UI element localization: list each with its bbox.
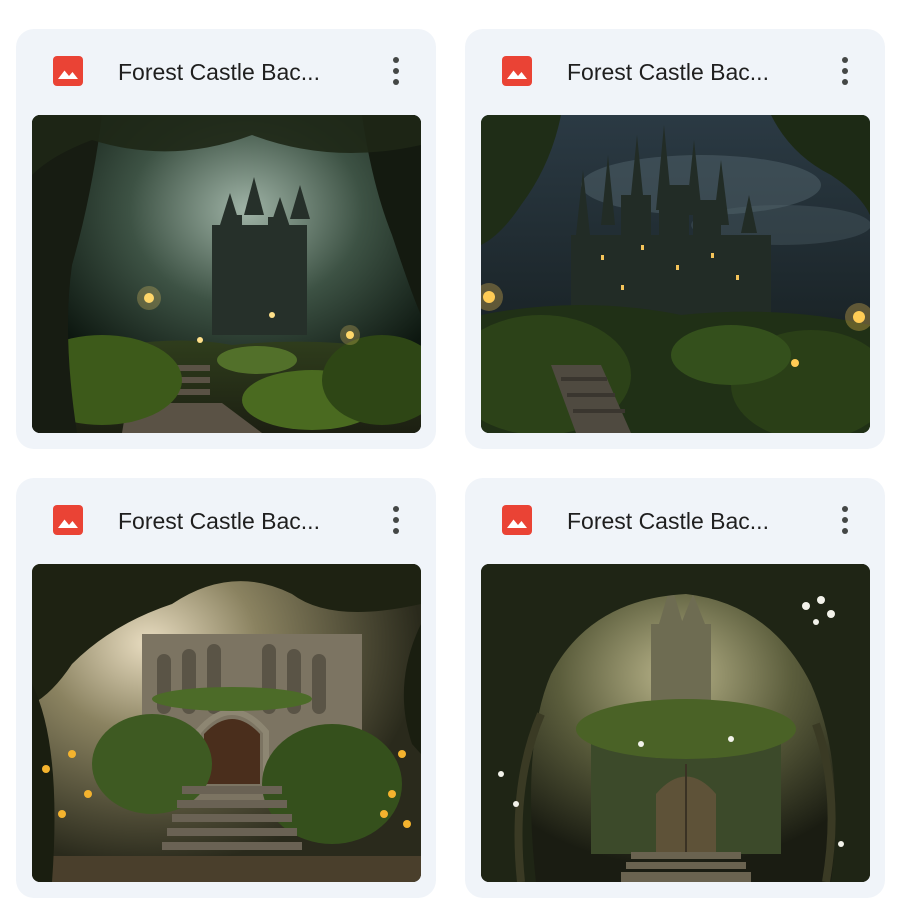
file-name: Forest Castle Bac... (567, 508, 769, 534)
image-file-icon (53, 56, 83, 86)
file-thumbnail[interactable] (481, 115, 870, 433)
file-thumbnail[interactable] (481, 564, 870, 882)
file-card-header[interactable]: Forest Castle Bac... (465, 29, 885, 115)
more-options-icon[interactable] (827, 500, 863, 540)
file-name: Forest Castle Bac... (118, 59, 320, 85)
more-options-icon[interactable] (827, 51, 863, 91)
file-thumbnail[interactable] (32, 564, 421, 882)
more-options-icon[interactable] (378, 51, 414, 91)
file-card-header[interactable]: Forest Castle Bac... (16, 29, 436, 115)
image-file-icon (502, 505, 532, 535)
file-thumbnail[interactable] (32, 115, 421, 433)
image-file-icon (502, 56, 532, 86)
file-card-header[interactable]: Forest Castle Bac... (465, 478, 885, 564)
file-name: Forest Castle Bac... (118, 508, 320, 534)
file-card[interactable]: Forest Castle Bac... (16, 29, 436, 449)
image-file-icon (53, 505, 83, 535)
more-options-icon[interactable] (378, 500, 414, 540)
file-card[interactable]: Forest Castle Bac... (465, 29, 885, 449)
file-name: Forest Castle Bac... (567, 59, 769, 85)
file-card-header[interactable]: Forest Castle Bac... (16, 478, 436, 564)
file-card[interactable]: Forest Castle Bac... (16, 478, 436, 898)
file-card[interactable]: Forest Castle Bac... (465, 478, 885, 898)
